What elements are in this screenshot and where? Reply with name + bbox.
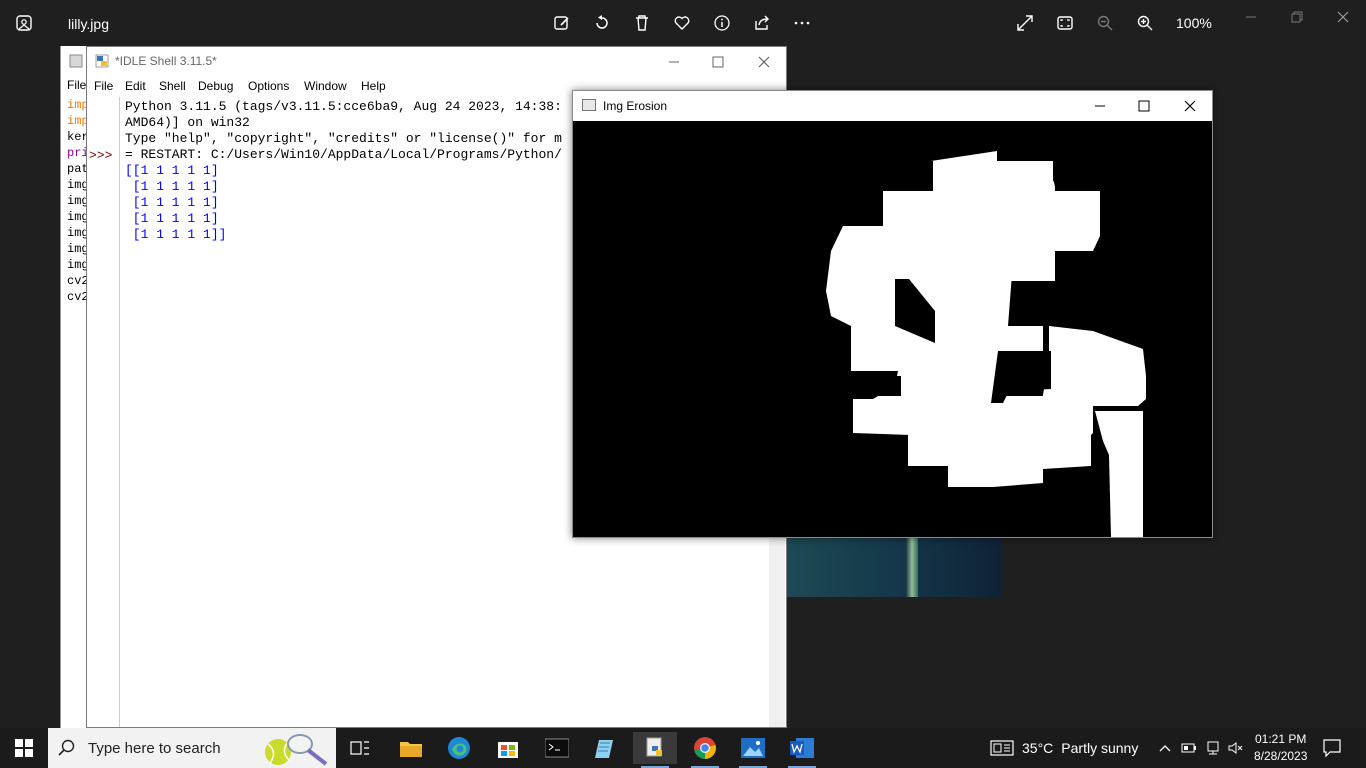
- more-icon[interactable]: [791, 12, 813, 34]
- weather-temp: 35°C: [1022, 740, 1054, 756]
- menu-window[interactable]: Window: [304, 79, 347, 93]
- weather-desc: Partly sunny: [1061, 740, 1139, 756]
- idle-title-bar[interactable]: *IDLE Shell 3.11.5*: [87, 47, 786, 77]
- shell-sidebar: [87, 97, 120, 727]
- close-icon[interactable]: [1332, 8, 1354, 26]
- erosion-maximize-icon[interactable]: [1133, 97, 1155, 115]
- photo-stem: [906, 538, 918, 597]
- window-icon: [582, 99, 596, 111]
- python-file-icon: [69, 54, 83, 68]
- search-placeholder: Type here to search: [88, 740, 221, 757]
- idle-minimize-icon[interactable]: [663, 53, 685, 71]
- search-icon: [58, 739, 75, 756]
- editor-menu-file[interactable]: File: [67, 78, 86, 92]
- menu-shell[interactable]: Shell: [159, 79, 186, 93]
- menu-help[interactable]: Help: [361, 79, 386, 93]
- photos-title-bar: lilly.jpg 100%: [0, 0, 1366, 46]
- photos-icon[interactable]: [731, 732, 775, 768]
- erosion-title: Img Erosion: [603, 99, 668, 113]
- notification-icon[interactable]: [1322, 738, 1342, 763]
- delete-icon[interactable]: [631, 12, 653, 34]
- tennis-highlight-icon: [265, 734, 328, 766]
- news-icon: [990, 740, 1014, 756]
- network-icon[interactable]: [1204, 738, 1222, 758]
- chrome-icon[interactable]: [683, 732, 727, 768]
- rotate-icon[interactable]: [591, 12, 613, 34]
- photo-image: [786, 538, 1002, 597]
- edge-icon[interactable]: [437, 732, 481, 764]
- fullscreen-icon[interactable]: [1014, 12, 1036, 34]
- edit-icon[interactable]: [551, 12, 573, 34]
- shell-prompt: >>>: [89, 148, 113, 163]
- zoom-out-icon[interactable]: [1094, 12, 1116, 34]
- erosion-minimize-icon[interactable]: [1089, 97, 1111, 115]
- show-hidden-icons-icon[interactable]: [1156, 738, 1174, 758]
- photos-app-icon: [16, 15, 32, 31]
- share-icon[interactable]: [751, 12, 773, 34]
- notepad-icon[interactable]: [584, 732, 628, 764]
- clock-time: 01:21 PM: [1255, 732, 1307, 746]
- eroded-mask: [573, 121, 1212, 537]
- task-view-icon[interactable]: [338, 732, 382, 764]
- zoom-in-icon[interactable]: [1134, 12, 1156, 34]
- battery-icon[interactable]: [1180, 738, 1198, 758]
- file-name: lilly.jpg: [68, 16, 109, 32]
- info-icon[interactable]: [711, 12, 733, 34]
- store-icon[interactable]: [486, 732, 530, 764]
- windows-icon: [15, 739, 33, 757]
- restore-icon[interactable]: [1286, 8, 1308, 26]
- erosion-title-bar[interactable]: Img Erosion: [573, 91, 1212, 121]
- volume-muted-icon[interactable]: [1227, 738, 1245, 758]
- favorite-icon[interactable]: [671, 12, 693, 34]
- clock-date: 8/28/2023: [1254, 749, 1308, 763]
- terminal-icon[interactable]: [535, 732, 579, 764]
- minimize-icon[interactable]: [1240, 8, 1262, 26]
- erosion-close-icon[interactable]: [1179, 97, 1201, 115]
- erosion-image: [573, 121, 1212, 537]
- idle-maximize-icon[interactable]: [707, 53, 729, 71]
- weather-widget[interactable]: 35°C Partly sunny: [990, 728, 1138, 768]
- menu-file[interactable]: File: [94, 79, 113, 93]
- start-button[interactable]: [0, 728, 48, 768]
- menu-options[interactable]: Options: [248, 79, 289, 93]
- system-clock[interactable]: 01:21 PM 8/28/2023: [1254, 731, 1307, 765]
- taskbar-search[interactable]: Type here to search: [48, 728, 336, 768]
- idle-close-icon[interactable]: [753, 53, 775, 71]
- img-erosion-window[interactable]: Img Erosion: [572, 90, 1213, 538]
- word-icon[interactable]: [780, 732, 824, 768]
- menu-debug[interactable]: Debug: [198, 79, 233, 93]
- fit-icon[interactable]: [1054, 12, 1076, 34]
- zoom-level[interactable]: 100%: [1176, 15, 1212, 31]
- menu-edit[interactable]: Edit: [125, 79, 146, 93]
- taskbar: Type here to search 35°C Partly sunny 01…: [0, 728, 1366, 768]
- python-idle-icon[interactable]: [633, 732, 677, 768]
- idle-title: *IDLE Shell 3.11.5*: [115, 54, 217, 68]
- file-explorer-icon[interactable]: [389, 732, 433, 764]
- python-icon: [95, 54, 109, 68]
